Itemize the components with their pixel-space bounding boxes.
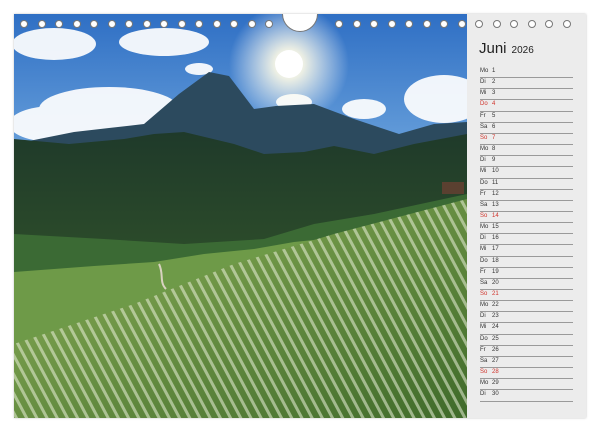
weekday-label: Mi [480, 168, 487, 175]
weekday-label: Mi [480, 246, 487, 253]
weekday-label: Fr [480, 268, 486, 275]
weekday-label: Sa [480, 123, 488, 130]
weekday-label: Do [480, 179, 488, 186]
day-number: 16 [492, 235, 499, 242]
month-name: Juni [479, 40, 507, 57]
day-number: 2 [492, 79, 496, 86]
day-number: 15 [492, 224, 499, 231]
weekday-label: Sa [480, 279, 488, 286]
day-number: 10 [492, 168, 499, 175]
weekday-label: So [480, 369, 488, 376]
weekday-label: Fr [480, 190, 486, 197]
day-number: 8 [492, 146, 496, 153]
day-number: 27 [492, 357, 499, 364]
weekday-label: Do [480, 101, 488, 108]
weekday-label: Mo [480, 146, 489, 153]
day-number: 1 [492, 68, 496, 74]
calendar-panel: Juni 2026 Mo 1 Di 2 Mi 3 Do 4 Fr 5 Sa 6 So 7 Mo 8 Di 9 Mi 1… [467, 14, 586, 418]
weekday-label: Di [480, 157, 486, 164]
weekday-label: Di [480, 79, 486, 86]
weekday-label: Mo [480, 224, 489, 231]
weekday-label: Do [480, 257, 488, 264]
weekday-label: Fr [480, 346, 486, 353]
day-number: 13 [492, 201, 499, 208]
weekday-label: So [480, 212, 488, 219]
weekday-label: So [480, 134, 488, 141]
day-number: 29 [492, 380, 499, 387]
weekday-label: Mo [480, 302, 489, 309]
day-number: 4 [492, 101, 496, 108]
weekday-label: Sa [480, 357, 488, 364]
day-number: 7 [492, 134, 496, 141]
weekday-label: Di [480, 313, 486, 320]
weekday-label: Di [480, 235, 486, 242]
weekday-label: Mo [480, 380, 489, 387]
weekday-label: Sa [480, 201, 488, 208]
day-number: 22 [492, 302, 499, 309]
weekday-label: Mo [480, 68, 489, 74]
weekday-label: Di [480, 391, 486, 398]
day-number: 19 [492, 268, 499, 275]
day-number: 11 [492, 179, 499, 186]
day-number: 25 [492, 335, 499, 342]
weekday-label: So [480, 291, 488, 297]
day-number: 24 [492, 324, 499, 331]
day-row: Di 30 [480, 389, 573, 402]
day-number: 21 [492, 291, 499, 297]
day-number: 23 [492, 313, 499, 320]
day-number: 5 [492, 112, 496, 119]
calendar-page: Juni 2026 Mo 1 Di 2 Mi 3 Do 4 Fr 5 Sa 6 So 7 Mo 8 Di 9 Mi 1… [0, 0, 600, 432]
alpine-meadow-image [14, 14, 467, 418]
month-header: Juni 2026 [479, 40, 534, 62]
weekday-label: Fr [480, 112, 486, 119]
weekday-label: Do [480, 335, 488, 342]
weekday-label: Mi [480, 324, 487, 331]
day-number: 9 [492, 157, 496, 164]
day-number: 17 [492, 246, 499, 253]
day-number: 28 [492, 369, 499, 376]
day-number: 30 [492, 391, 499, 398]
day-number: 20 [492, 279, 499, 286]
day-number: 18 [492, 257, 499, 264]
landscape-photo [14, 14, 467, 418]
day-number: 14 [492, 212, 499, 219]
year-label: 2026 [511, 45, 534, 56]
day-number: 12 [492, 190, 499, 197]
day-number: 3 [492, 90, 496, 97]
day-number: 26 [492, 346, 499, 353]
weekday-label: Mi [480, 90, 487, 97]
day-number: 6 [492, 123, 496, 130]
